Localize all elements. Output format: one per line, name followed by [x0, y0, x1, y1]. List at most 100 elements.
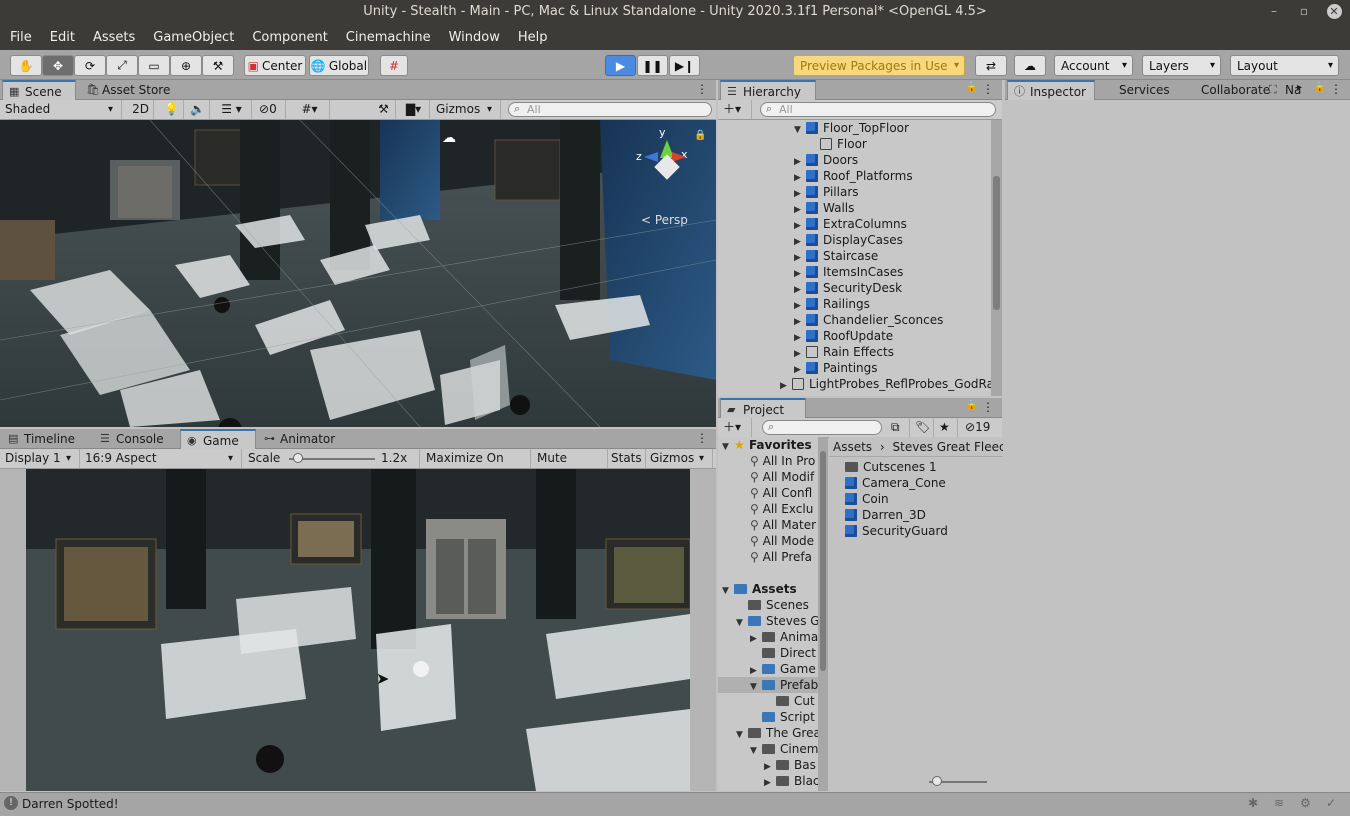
mode-2d-toggle[interactable]: 2D — [128, 100, 154, 119]
hidden-objects-toggle[interactable]: ⊘0 — [256, 100, 286, 119]
favorite-search-item[interactable]: ⚲ All Prefa — [750, 549, 812, 565]
project-tree-scroll-thumb[interactable] — [820, 451, 826, 671]
favorite-search-item[interactable]: ⚲ All Mater — [750, 517, 816, 533]
rotate-tool-icon[interactable]: ⟳ — [74, 55, 106, 76]
tab-collaborate[interactable]: Collaborate — [1179, 80, 1270, 100]
status-message[interactable]: Darren Spotted! — [22, 797, 119, 811]
hierarchy-item[interactable]: ▶ LightProbes_ReflProbes_GodRays — [780, 376, 1002, 392]
grid-snap-icon[interactable]: # — [380, 55, 408, 76]
perspective-label[interactable]: < Persp — [641, 213, 688, 227]
transform-tool-icon[interactable]: ⊕ — [170, 55, 202, 76]
maximize-on-play-toggle[interactable]: Maximize On Play — [423, 449, 531, 484]
hierarchy-item[interactable]: ▶ RoofUpdate — [794, 328, 893, 344]
auto-generate-lighting-icon[interactable]: ⚙ — [1300, 796, 1311, 810]
hierarchy-item[interactable]: ▶ Chandelier_Sconces — [794, 312, 943, 328]
expanded-arrow-icon[interactable]: ▼ — [750, 679, 762, 695]
scene-view[interactable]: ☁ y z x < Persp 🔒 — [0, 120, 716, 427]
hierarchy-item[interactable]: ▶ Walls — [794, 200, 854, 216]
tab-asset-store[interactable]: 🛍 Asset Store — [80, 80, 180, 100]
panel-menu-icon[interactable]: ⋮ — [696, 82, 708, 96]
scene-search-input[interactable]: All — [508, 102, 712, 117]
grid-icon[interactable]: #▾ — [290, 100, 330, 119]
hierarchy-item[interactable]: ▶ DisplayCases — [794, 232, 903, 248]
favorite-search-item[interactable]: ⚲ All In Pro — [750, 453, 815, 469]
camera-icon[interactable]: ▇▾ — [398, 100, 430, 119]
tab-console[interactable]: ☰ Console — [94, 429, 176, 449]
breadcrumb-steves-great-fleece[interactable]: Steves Great Fleece — [893, 440, 1003, 454]
hierarchy-item[interactable]: ▶ Roof_Platforms — [794, 168, 913, 184]
menu-cinemachine[interactable]: Cinemachine — [336, 30, 439, 45]
pivot-global-button[interactable]: 🌐 Global — [309, 55, 369, 76]
custom-tool-icon[interactable]: ⚒ — [202, 55, 234, 76]
icon-size-slider-knob[interactable] — [932, 776, 942, 786]
menu-gameobject[interactable]: GameObject — [143, 30, 242, 45]
project-tree-scrollbar[interactable] — [818, 437, 828, 791]
audio-icon[interactable]: 🔈 — [186, 100, 210, 119]
lock-icon[interactable]: 🔒 — [694, 130, 706, 141]
breadcrumb-assets[interactable]: Assets — [833, 440, 872, 454]
preview-packages-dropdown[interactable]: Preview Packages in Use — [793, 55, 965, 76]
project-folder-item[interactable]: ▶ Blac — [764, 773, 820, 789]
layers-dropdown[interactable]: Layers — [1142, 55, 1221, 76]
favorite-star-icon[interactable]: ★ — [936, 418, 958, 437]
asset-item[interactable]: Camera_Cone — [845, 475, 946, 491]
hierarchy-menu-icon[interactable]: ⋮ — [982, 82, 994, 96]
hierarchy-item[interactable]: ▶ Staircase — [794, 248, 878, 264]
project-folder-item[interactable]: Cut — [764, 693, 815, 709]
rect-tool-icon[interactable]: ▭ — [138, 55, 170, 76]
asset-item[interactable]: Coin — [845, 491, 889, 507]
shading-mode-dropdown[interactable]: Shaded — [2, 100, 122, 119]
hierarchy-item[interactable]: ▶ Doors — [794, 152, 858, 168]
scene-camera-gizmo-icon[interactable]: ☁ — [442, 130, 456, 146]
favorite-search-item[interactable]: ⚲ All Modif — [750, 469, 814, 485]
hierarchy-search-input[interactable]: All — [760, 102, 996, 117]
asset-item[interactable]: Darren_3D — [845, 507, 926, 523]
project-folder-item[interactable]: ▶ Anima — [750, 629, 818, 645]
project-folder-item[interactable]: ▼ The Grea — [736, 725, 821, 741]
bug-icon[interactable]: ✱ — [1248, 796, 1258, 810]
menu-component[interactable]: Component — [242, 30, 335, 45]
inspector-menu-icon[interactable]: ⋮ — [1330, 82, 1342, 96]
project-folder-item[interactable]: ▼ Steves G — [736, 613, 820, 629]
step-button[interactable]: ▶❙ — [669, 55, 700, 76]
project-folder-item[interactable]: Scenes — [736, 597, 809, 613]
game-view[interactable]: ➤ — [26, 469, 690, 791]
tab-scroll-right-icon[interactable]: ▸ — [1297, 82, 1302, 93]
hierarchy-scrollbar[interactable] — [991, 120, 1002, 396]
favorite-search-item[interactable]: ⚲ All Mode — [750, 533, 814, 549]
hierarchy-lock-icon[interactable]: 🔒 — [966, 82, 978, 93]
scene-gizmos-dropdown[interactable]: Gizmos — [433, 100, 501, 119]
project-folder-item[interactable]: ▼ Assets — [722, 581, 797, 597]
expanded-arrow-icon[interactable]: ▼ — [750, 743, 762, 759]
tab-hierarchy[interactable]: ☰ Hierarchy — [720, 80, 816, 100]
scale-tool-icon[interactable]: ⤢ — [106, 55, 138, 76]
hierarchy-item[interactable]: ▶ ItemsInCases — [794, 264, 903, 280]
search-by-label-icon[interactable]: 🏷 — [912, 418, 934, 437]
expanded-arrow-icon[interactable]: ▼ — [736, 615, 748, 631]
pause-button[interactable]: ❚❚ — [637, 55, 668, 76]
favorite-search-item[interactable]: ⚲ All Confl — [750, 485, 812, 501]
hierarchy-create-button[interactable]: ＋▾ — [720, 100, 752, 119]
collapsed-arrow-icon[interactable]: ▶ — [780, 378, 792, 394]
favorite-search-item[interactable]: ⚲ All Exclu — [750, 501, 813, 517]
project-folder-item[interactable]: ▶ Game — [750, 661, 816, 677]
pivot-center-button[interactable]: ▣ Center — [244, 55, 306, 76]
move-tool-icon[interactable]: ✥ — [42, 55, 74, 76]
tab-game[interactable]: ◉ Game — [180, 429, 256, 449]
display-dropdown[interactable]: Display 1 — [2, 449, 80, 468]
project-lock-icon[interactable]: 🔒 — [966, 400, 978, 411]
project-folder-item[interactable]: ▼ Prefab — [718, 677, 818, 693]
collapsed-arrow-icon[interactable]: ▶ — [764, 775, 776, 791]
expanded-arrow-icon[interactable]: ▼ — [794, 122, 806, 138]
effects-icon[interactable]: ☰ ▾ — [212, 100, 252, 119]
hierarchy-item[interactable]: ▶ Pillars — [794, 184, 859, 200]
stats-toggle[interactable]: Stats — [608, 449, 646, 468]
project-create-button[interactable]: ＋▾ — [720, 418, 752, 437]
progress-check-icon[interactable]: ✓ — [1326, 796, 1336, 810]
menu-file[interactable]: File — [0, 30, 40, 45]
tab-services[interactable]: Services — [1097, 80, 1177, 100]
tab-scene[interactable]: ▦ Scene — [2, 80, 76, 100]
asset-item[interactable]: Cutscenes 1 — [845, 459, 937, 475]
menu-assets[interactable]: Assets — [83, 30, 143, 45]
tab-timeline[interactable]: ▤ Timeline — [2, 429, 90, 449]
